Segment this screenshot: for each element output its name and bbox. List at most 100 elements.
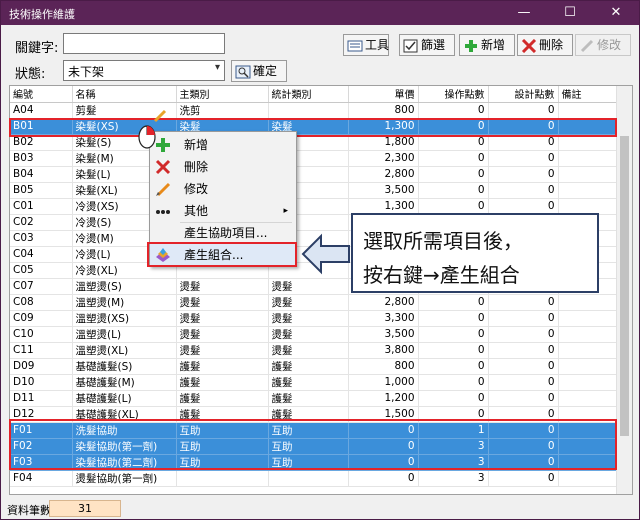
table-row[interactable]: F01 洗髮協助 互助 互助 0 1 0 (10, 422, 619, 439)
confirm-label: 確定 (253, 64, 278, 78)
table-cell-op: 0 (418, 118, 489, 135)
confirm-button[interactable]: 確定 (231, 60, 287, 82)
table-row[interactable]: C01 冷燙(XS) 1,300 0 0 (10, 198, 619, 215)
table-cell-note (558, 454, 619, 471)
modify-button[interactable]: 修改 (575, 34, 631, 56)
app-window: 技術操作維護 — ☐ ✕ 關鍵字: 工具 篩選 新增 刪除 修改 狀態: 未下架… (0, 0, 640, 520)
table-cell-code: D10 (10, 374, 73, 391)
delete-button[interactable]: 刪除 (517, 34, 573, 56)
table-row[interactable]: B05 染髮(XL) 3,500 0 0 (10, 182, 619, 199)
table-row[interactable]: B04 染髮(L) 2,800 0 0 (10, 166, 619, 183)
table-cell-op: 0 (418, 166, 489, 183)
table-cell-op: 0 (418, 406, 489, 423)
table-cell-code: B05 (10, 182, 73, 199)
table-cell-name: 溫塑燙(L) (72, 326, 177, 343)
table-cell-stat: 燙髮 (268, 326, 349, 343)
filter-button[interactable]: 篩選 (399, 34, 455, 56)
table-cell-main: 互助 (176, 454, 269, 471)
table-cell-op: 0 (418, 294, 489, 311)
column-header[interactable]: 單價 (348, 86, 419, 103)
table-row[interactable]: D10 基礎護髮(M) 護髮 護髮 1,000 0 0 (10, 374, 619, 391)
menu-item-add[interactable]: 新增 (150, 134, 296, 156)
table-cell-name: 溫塑燙(S) (72, 278, 177, 295)
table-cell-code: F03 (10, 454, 73, 471)
table-row[interactable]: F03 染髮協助(第二劑) 互助 互助 0 3 0 (10, 454, 619, 471)
status-select[interactable]: 未下架 ▾ (63, 60, 225, 81)
table-cell-design: 0 (488, 390, 559, 407)
column-header[interactable]: 備註 (558, 86, 619, 103)
table-row[interactable]: C10 溫塑燙(L) 燙髮 燙髮 3,500 0 0 (10, 326, 619, 343)
table-row[interactable]: C11 溫塑燙(XL) 燙髮 燙髮 3,800 0 0 (10, 342, 619, 359)
add-button[interactable]: 新增 (459, 34, 515, 56)
table-cell-note (558, 470, 619, 487)
maximize-button[interactable]: ☐ (547, 1, 593, 25)
table-row[interactable]: F04 燙髮協助(第一劑) 0 3 0 (10, 470, 619, 487)
tools-icon (347, 40, 363, 51)
table-cell-note (558, 342, 619, 359)
table-cell-note (558, 118, 619, 135)
table-cell-price: 800 (348, 358, 419, 375)
column-header[interactable]: 主類別 (176, 86, 269, 103)
table-row[interactable]: C08 溫塑燙(M) 燙髮 燙髮 2,800 0 0 (10, 294, 619, 311)
status-select-value: 未下架 (68, 65, 105, 79)
table-cell-name: 基礎護髮(XL) (72, 406, 177, 423)
table-cell-design: 0 (488, 342, 559, 359)
scrollbar-thumb[interactable] (620, 136, 629, 436)
table-row[interactable]: A04 剪髮 洗剪 800 0 0 (10, 102, 619, 119)
table-cell-code: D09 (10, 358, 73, 375)
menu-item-other[interactable]: 其他 ▸ (150, 200, 296, 222)
table-cell-note (558, 422, 619, 439)
table-row[interactable]: D09 基礎護髮(S) 護髮 護髮 800 0 0 (10, 358, 619, 375)
column-header[interactable]: 統計類別 (268, 86, 349, 103)
table-cell-design: 0 (488, 438, 559, 455)
menu-item-generate-combo[interactable]: 產生組合... (150, 244, 296, 266)
table-cell-note (558, 102, 619, 119)
callout-line-2: 按右鍵→產生組合 (363, 263, 520, 287)
table-row[interactable]: B02 染髮(S) 1,800 0 0 (10, 134, 619, 151)
table-cell-price: 3,300 (348, 310, 419, 327)
keyword-input[interactable] (63, 33, 225, 54)
chevron-down-icon: ▾ (214, 62, 220, 73)
table-cell-price: 2,800 (348, 294, 419, 311)
column-header[interactable]: 名稱 (72, 86, 177, 103)
table-cell-op: 3 (418, 438, 489, 455)
table-row[interactable]: B03 染髮(M) 2,300 0 0 (10, 150, 619, 167)
table-cell-note (558, 150, 619, 167)
record-count-label: 資料筆數: (7, 504, 55, 517)
column-header[interactable]: 操作點數 (418, 86, 489, 103)
filter-icon (403, 39, 418, 52)
table-cell-stat (268, 102, 349, 119)
table-cell-note (558, 182, 619, 199)
table-cell-design: 0 (488, 166, 559, 183)
tools-button[interactable]: 工具 (343, 34, 389, 56)
menu-item-generate-assist[interactable]: 產生協助項目... (150, 222, 296, 244)
table-cell-design: 0 (488, 470, 559, 487)
table-cell-main: 燙髮 (176, 310, 269, 327)
table-cell-main: 護髮 (176, 390, 269, 407)
table-cell-op: 0 (418, 358, 489, 375)
x-icon (521, 38, 537, 53)
pencil-icon (153, 109, 167, 123)
table-row[interactable]: C09 溫塑燙(XS) 燙髮 燙髮 3,300 0 0 (10, 310, 619, 327)
table-cell-code: C09 (10, 310, 73, 327)
close-button[interactable]: ✕ (593, 1, 639, 25)
pencil-icon (156, 182, 171, 197)
column-header[interactable]: 設計點數 (488, 86, 559, 103)
table-cell-stat: 互助 (268, 438, 349, 455)
table-row[interactable]: B01 染髮(XS) 染髮 染髮 1,300 0 0 (10, 118, 619, 135)
table-cell-code: F04 (10, 470, 73, 487)
column-header[interactable]: 編號 (10, 86, 73, 103)
table-cell-main: 互助 (176, 422, 269, 439)
menu-item-modify[interactable]: 修改 (150, 178, 296, 200)
table-cell-op: 0 (418, 310, 489, 327)
minimize-button[interactable]: — (501, 1, 547, 25)
status-bar: 資料筆數: 31 (1, 499, 639, 519)
table-row[interactable]: F02 染髮協助(第一劑) 互助 互助 0 3 0 (10, 438, 619, 455)
table-cell-op: 3 (418, 470, 489, 487)
menu-item-delete[interactable]: 刪除 (150, 156, 296, 178)
table-row[interactable]: D12 基礎護髮(XL) 護髮 護髮 1,500 0 0 (10, 406, 619, 423)
table-row[interactable]: D11 基礎護髮(L) 護髮 護髮 1,200 0 0 (10, 390, 619, 407)
table-cell-note (558, 326, 619, 343)
vertical-scrollbar[interactable] (616, 86, 632, 494)
table-cell-price: 0 (348, 438, 419, 455)
